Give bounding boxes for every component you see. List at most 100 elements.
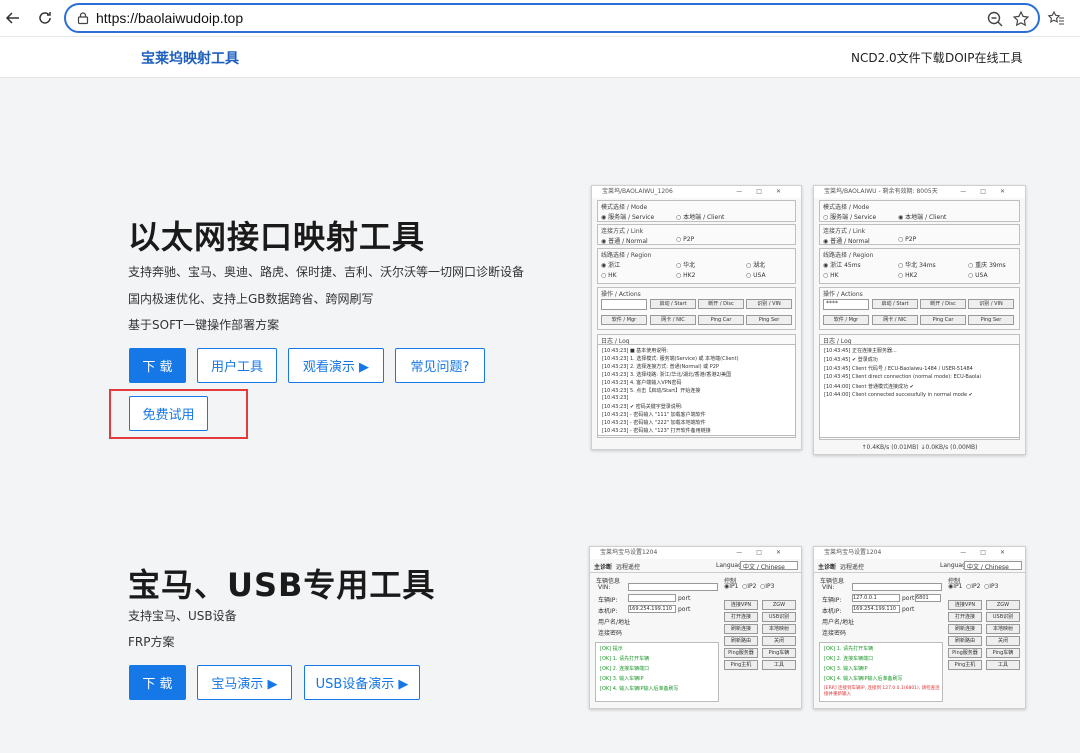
- mgr-button[interactable]: 软件 / Mgr: [601, 315, 647, 325]
- ip-option[interactable]: ○IP2: [966, 583, 980, 590]
- local-ip-select[interactable]: 169.254.199.110: [852, 605, 900, 613]
- mode-option-service[interactable]: ◉ 服务端 / Service: [601, 212, 654, 221]
- port-input[interactable]: 6801: [915, 594, 941, 602]
- tab-remote[interactable]: 远程遥控: [616, 562, 640, 571]
- brand-logo[interactable]: 宝莱坞映射工具: [141, 48, 239, 68]
- vehicle-ip-input[interactable]: [628, 594, 676, 602]
- close-button[interactable]: 关闭: [762, 636, 796, 646]
- mgr-button[interactable]: 软件 / Mgr: [823, 315, 869, 325]
- faq-button[interactable]: 常见问题?: [395, 348, 485, 383]
- refresh-connection-button[interactable]: 刷新连接: [724, 624, 758, 634]
- zgw-button[interactable]: ZGW: [762, 600, 796, 610]
- zgw-button[interactable]: ZGW: [986, 600, 1020, 610]
- log-output[interactable]: [10:43:45] 正在连接主服务器... [10:43:45] ✔ 登录成功…: [819, 344, 1020, 438]
- vin-input[interactable]: [852, 583, 942, 591]
- tab-main[interactable]: 主诊断: [818, 562, 836, 571]
- ip-option[interactable]: ◉IP1: [724, 583, 738, 590]
- log-output[interactable]: [10:43:23] ■ 基本使用说明: [10:43:23] 1. 选择模式:…: [597, 344, 796, 436]
- ping-ser-button[interactable]: Ping Ser: [746, 315, 792, 325]
- nic-button[interactable]: 网卡 / NIC: [650, 315, 696, 325]
- region-option[interactable]: ○ HK: [823, 272, 839, 279]
- back-arrow-icon[interactable]: [2, 7, 24, 29]
- region-option[interactable]: ○ USA: [968, 272, 988, 279]
- password-input[interactable]: ****: [823, 299, 869, 310]
- address-bar[interactable]: https://baolaiwudoip.top: [64, 3, 1040, 33]
- tools-button[interactable]: 工具: [762, 660, 796, 670]
- region-option[interactable]: ○ HK: [601, 272, 617, 279]
- usb-detect-button[interactable]: USB识别: [986, 612, 1020, 622]
- vehicle-ip-input[interactable]: 127.0.0.1: [852, 594, 900, 602]
- ip-option[interactable]: ◉IP1: [948, 583, 962, 590]
- log-output[interactable]: [OK] 1. 请先打开车辆 [OK] 2. 连接车辆端口 [OK] 3. 输入…: [819, 642, 943, 702]
- region-option[interactable]: ◉ 浙江: [601, 260, 620, 269]
- local-ip-select[interactable]: 169.254.199.110: [628, 605, 676, 613]
- start-button[interactable]: 启动 / Start: [872, 299, 918, 309]
- user-tool-button[interactable]: 用户工具: [197, 348, 277, 383]
- region-option[interactable]: ○ 华北 34ms: [898, 260, 936, 269]
- ping-ser-button[interactable]: Ping Ser: [968, 315, 1014, 325]
- ping-host-button[interactable]: Ping主机: [724, 660, 758, 670]
- region-option[interactable]: ○ HK2: [676, 272, 695, 279]
- language-select[interactable]: 中文 / Chinese: [740, 561, 798, 571]
- bmw-download-button[interactable]: 下 载: [129, 665, 186, 700]
- ping-server-button[interactable]: Ping服务器: [948, 648, 982, 658]
- usb-demo-button[interactable]: USB设备演示 ▶: [304, 665, 420, 700]
- bmw-demo-button[interactable]: 宝马演示 ▶: [197, 665, 292, 700]
- download-button[interactable]: 下 载: [129, 348, 186, 383]
- mode-option-client[interactable]: ○ 本地端 / Client: [676, 212, 724, 221]
- region-option[interactable]: ○ 重庆 39ms: [968, 260, 1006, 269]
- vin-input[interactable]: [628, 583, 718, 591]
- url-text[interactable]: https://baolaiwudoip.top: [96, 10, 243, 26]
- nav-doip-online[interactable]: DOIP在线工具: [945, 49, 1022, 66]
- mode-option-service[interactable]: ○ 服务端 / Service: [823, 212, 876, 221]
- usb-detect-button[interactable]: USB识别: [762, 612, 796, 622]
- connect-vpn-button[interactable]: 连接VPN: [724, 600, 758, 610]
- start-button[interactable]: 启动 / Start: [650, 299, 696, 309]
- nav-ncd-download[interactable]: NCD2.0文件下载: [851, 49, 945, 66]
- refresh-connection-button[interactable]: 刷新连接: [948, 624, 982, 634]
- vin-button[interactable]: 识别 / VIN: [746, 299, 792, 309]
- open-connection-button[interactable]: 打开连接: [724, 612, 758, 622]
- log-output[interactable]: [OK] 提示 [OK] 1. 请先打开车辆 [OK] 2. 连接车辆端口 [O…: [595, 642, 719, 702]
- tab-remote[interactable]: 远程遥控: [840, 562, 864, 571]
- region-option[interactable]: ○ 华北: [676, 260, 695, 269]
- reload-icon[interactable]: [34, 7, 56, 29]
- disconnect-button[interactable]: 断开 / Disc: [920, 299, 966, 309]
- disconnect-button[interactable]: 断开 / Disc: [698, 299, 744, 309]
- site-info-icon[interactable]: [76, 11, 90, 25]
- open-connection-button[interactable]: 打开连接: [948, 612, 982, 622]
- region-option[interactable]: ◉ 浙江 45ms: [823, 260, 861, 269]
- nic-button[interactable]: 网卡 / NIC: [872, 315, 918, 325]
- mode-option-client[interactable]: ◉ 本地端 / Client: [898, 212, 946, 221]
- zoom-icon[interactable]: [986, 10, 1004, 28]
- region-option[interactable]: ○ 湖北: [746, 260, 765, 269]
- link-option-normal[interactable]: ◉ 普通 / Normal: [823, 236, 870, 245]
- ping-vehicle-button[interactable]: Ping车辆: [986, 648, 1020, 658]
- favorites-icon[interactable]: [1047, 9, 1065, 27]
- vin-button[interactable]: 识别 / VIN: [968, 299, 1014, 309]
- link-option-p2p[interactable]: ○ P2P: [898, 236, 916, 243]
- watch-demo-button[interactable]: 观看演示 ▶: [288, 348, 384, 383]
- link-option-normal[interactable]: ◉ 普通 / Normal: [601, 236, 648, 245]
- ip-option[interactable]: ○IP3: [984, 583, 998, 590]
- connect-vpn-button[interactable]: 连接VPN: [948, 600, 982, 610]
- ping-car-button[interactable]: Ping Car: [698, 315, 744, 325]
- password-input[interactable]: [601, 299, 647, 310]
- ip-option[interactable]: ○IP3: [760, 583, 774, 590]
- link-option-p2p[interactable]: ○ P2P: [676, 236, 694, 243]
- language-select[interactable]: 中文 / Chinese: [964, 561, 1022, 571]
- region-option[interactable]: ○ USA: [746, 272, 766, 279]
- local-map-button[interactable]: 本地映射: [762, 624, 796, 634]
- star-bookmark-icon[interactable]: [1012, 10, 1030, 28]
- ping-server-button[interactable]: Ping服务器: [724, 648, 758, 658]
- ping-car-button[interactable]: Ping Car: [920, 315, 966, 325]
- refresh-route-button[interactable]: 刷新路由: [948, 636, 982, 646]
- ip-option[interactable]: ○IP2: [742, 583, 756, 590]
- tools-button[interactable]: 工具: [986, 660, 1020, 670]
- ping-host-button[interactable]: Ping主机: [948, 660, 982, 670]
- close-button[interactable]: 关闭: [986, 636, 1020, 646]
- tab-main[interactable]: 主诊断: [594, 562, 612, 571]
- region-option[interactable]: ○ HK2: [898, 272, 917, 279]
- local-map-button[interactable]: 本地映射: [986, 624, 1020, 634]
- ping-vehicle-button[interactable]: Ping车辆: [762, 648, 796, 658]
